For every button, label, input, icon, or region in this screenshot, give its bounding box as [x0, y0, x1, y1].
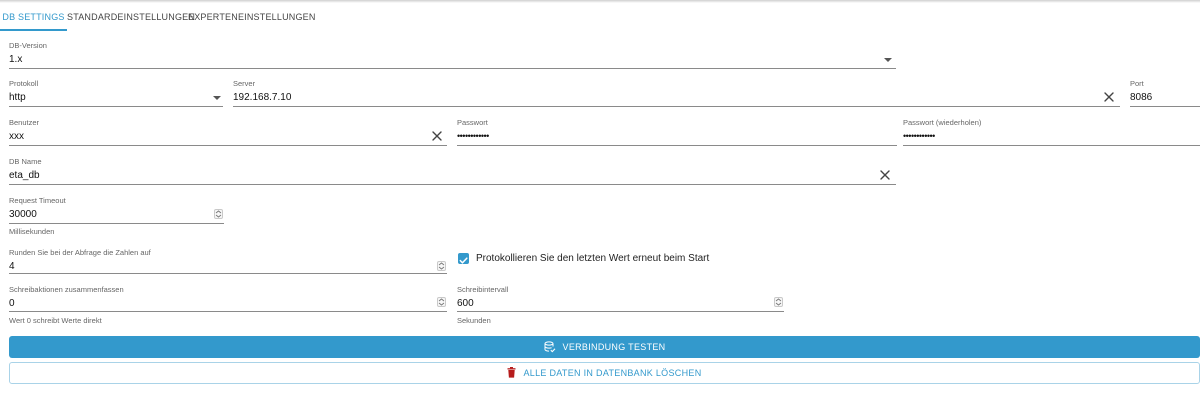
db-version-underline [9, 68, 896, 69]
port-field[interactable]: Port 8086 [1130, 79, 1200, 107]
protocol-value: http [9, 92, 26, 103]
write-interval-label: Schreibintervall [457, 285, 509, 294]
port-label: Port [1130, 79, 1144, 88]
chevron-down-icon [213, 96, 221, 100]
db-name-value: eta_db [9, 170, 40, 181]
round-underline [9, 273, 447, 274]
request-timeout-underline [9, 223, 224, 224]
request-timeout-label: Request Timeout [9, 196, 66, 205]
password-repeat-field[interactable]: Passwort (wiederholen) •••••••••••• [903, 118, 1200, 146]
protocol-label: Protokoll [9, 79, 39, 88]
db-version-select[interactable]: DB-Version 1.x [9, 41, 896, 69]
log-last-value-checkbox[interactable] [458, 253, 469, 264]
write-interval-value: 600 [457, 298, 474, 309]
trash-icon [507, 367, 516, 378]
log-last-value-label[interactable]: Protokollieren Sie den letzten Wert erne… [476, 253, 709, 264]
number-stepper-icon[interactable] [214, 209, 223, 219]
write-batch-underline [9, 311, 447, 312]
password-field[interactable]: Passwort •••••••••••• [457, 118, 897, 146]
test-connection-button[interactable]: VERBINDUNG TESTEN [9, 336, 1200, 358]
check-icon [459, 257, 468, 264]
password-repeat-label: Passwort (wiederholen) [903, 118, 982, 127]
close-icon[interactable] [431, 130, 443, 142]
port-underline [1130, 106, 1200, 107]
tab-expert-settings[interactable]: EXPERTENEINSTELLUNGEN [188, 3, 315, 31]
tab-db-settings[interactable]: DB SETTINGS [0, 3, 67, 31]
db-name-label: DB Name [9, 157, 42, 166]
write-interval-field[interactable]: Schreibintervall 600 Sekunden [457, 285, 784, 327]
password-repeat-underline [903, 145, 1200, 146]
request-timeout-helper: Millisekunden [9, 227, 55, 236]
test-connection-label: VERBINDUNG TESTEN [562, 342, 666, 352]
write-interval-helper: Sekunden [457, 316, 491, 325]
round-value: 4 [9, 261, 15, 272]
server-underline [233, 106, 1120, 107]
number-stepper-icon[interactable] [774, 297, 783, 307]
close-icon[interactable] [1103, 91, 1115, 103]
write-batch-value: 0 [9, 298, 15, 309]
db-version-value: 1.x [9, 54, 23, 65]
password-value: •••••••••••• [457, 131, 489, 141]
round-field[interactable]: Runden Sie bei der Abfrage die Zahlen au… [9, 248, 447, 276]
user-field[interactable]: Benutzer xxx [9, 118, 447, 146]
db-name-underline [9, 184, 896, 185]
user-label: Benutzer [9, 118, 40, 127]
number-stepper-icon[interactable] [437, 261, 446, 271]
tab-bar: DB SETTINGS STANDARDEINSTELLUNGEN EXPERT… [0, 3, 1200, 31]
user-value: xxx [9, 131, 24, 142]
protocol-underline [9, 106, 223, 107]
request-timeout-value: 30000 [9, 209, 37, 220]
write-batch-label: Schreibaktionen zusammenfassen [9, 285, 124, 294]
delete-all-data-button[interactable]: ALLE DATEN IN DATENBANK LÖSCHEN [9, 362, 1200, 384]
db-name-field[interactable]: DB Name eta_db [9, 157, 896, 185]
protocol-select[interactable]: Protokoll http [9, 79, 223, 107]
password-underline [457, 145, 897, 146]
tab-standard-settings[interactable]: STANDARDEINSTELLUNGEN [67, 3, 195, 31]
chevron-down-icon [884, 58, 892, 62]
user-underline [9, 145, 447, 146]
write-batch-helper: Wert 0 schreibt Werte direkt [9, 316, 102, 325]
write-batch-field[interactable]: Schreibaktionen zusammenfassen 0 Wert 0 … [9, 285, 447, 327]
password-repeat-value: •••••••••••• [903, 131, 935, 141]
request-timeout-field[interactable]: Request Timeout 30000 Millisekunden [9, 196, 224, 238]
server-field[interactable]: Server 192.168.7.10 [233, 79, 1120, 107]
database-check-icon [544, 341, 555, 352]
server-label: Server [233, 79, 256, 88]
port-value: 8086 [1130, 92, 1153, 103]
write-interval-underline [457, 311, 784, 312]
close-icon[interactable] [879, 169, 891, 181]
server-value: 192.168.7.10 [233, 92, 292, 103]
round-label: Runden Sie bei der Abfrage die Zahlen au… [9, 248, 151, 257]
db-version-label: DB-Version [9, 41, 47, 50]
delete-all-data-label: ALLE DATEN IN DATENBANK LÖSCHEN [523, 368, 702, 378]
password-label: Passwort [457, 118, 488, 127]
number-stepper-icon[interactable] [437, 297, 446, 307]
